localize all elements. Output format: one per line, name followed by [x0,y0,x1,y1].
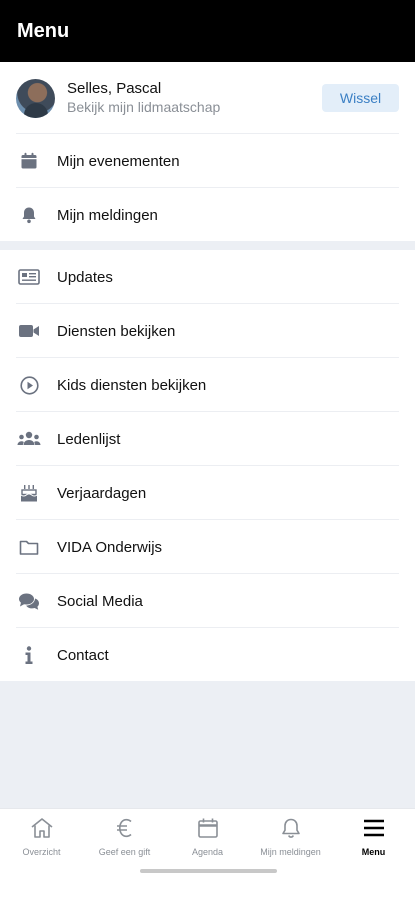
menu-item-label: Diensten bekijken [57,322,176,340]
section-separator [0,241,415,250]
users-icon [17,427,41,451]
hamburger-menu-icon [363,817,385,844]
menu-item-label: Social Media [57,592,143,610]
avatar [16,78,55,118]
folder-icon [17,535,41,559]
menu-item-label: Mijn evenementen [57,152,180,170]
menu-item-contact[interactable]: Contact [0,628,415,682]
calendar-icon [17,149,41,173]
profile-text: Selles, Pascal Bekijk mijn lidmaatschap [67,79,322,117]
tab-mijn-meldingen[interactable]: Mijn meldingen [249,809,332,864]
home-icon [30,817,54,844]
menu-item-kids-diensten-bekijken[interactable]: Kids diensten bekijken [0,358,415,412]
profile-name: Selles, Pascal [67,80,162,97]
bell-icon [280,817,302,844]
app-header: Menu [0,0,415,62]
menu-item-mijn-evenementen[interactable]: Mijn evenementen [0,134,415,188]
tab-label: Mijn meldingen [260,847,321,857]
birthday-cake-icon [17,481,41,505]
video-camera-icon [17,319,41,343]
menu-item-label: Contact [57,646,109,664]
tab-geef-een-gift[interactable]: Geef een gift [83,809,166,864]
profile-row[interactable]: Selles, Pascal Bekijk mijn lidmaatschap … [0,62,415,134]
membership-link[interactable]: Bekijk mijn lidmaatschap [67,98,322,117]
menu-item-label: Ledenlijst [57,430,121,448]
bell-icon [17,203,41,227]
tab-agenda[interactable]: Agenda [166,809,249,864]
news-icon [17,265,41,289]
tab-label: Geef een gift [98,847,151,857]
menu-item-updates[interactable]: Updates [0,250,415,304]
menu-item-label: Verjaardagen [57,484,147,502]
calendar-icon [197,817,219,844]
tab-label: Menu [361,847,386,857]
menu-item-label: Mijn meldingen [57,206,158,224]
tab-menu[interactable]: Menu [332,809,415,864]
menu-item-mijn-meldingen[interactable]: Mijn meldingen [0,188,415,242]
tab-label: Overzicht [22,847,61,857]
switch-button[interactable]: Wissel [322,84,399,112]
info-icon [17,643,41,667]
chat-bubbles-icon [17,589,41,613]
menu-item-label: Updates [57,268,113,286]
empty-background [0,681,415,808]
play-circle-icon [17,373,41,397]
menu-item-diensten-bekijken[interactable]: Diensten bekijken [0,304,415,358]
euro-icon [114,817,136,844]
tab-overzicht[interactable]: Overzicht [0,809,83,864]
menu-item-verjaardagen[interactable]: Verjaardagen [0,466,415,520]
menu-item-label: Kids diensten bekijken [57,376,207,394]
tab-label: Agenda [191,847,224,857]
menu-item-label: VIDA Onderwijs [57,538,163,556]
home-indicator[interactable] [140,869,277,873]
menu-item-vida-onderwijs[interactable]: VIDA Onderwijs [0,520,415,574]
menu-item-ledenlijst[interactable]: Ledenlijst [0,412,415,466]
bottom-tab-bar: Overzicht Geef een gift Agenda Mijn meld… [0,808,415,864]
menu-item-social-media[interactable]: Social Media [0,574,415,628]
page-title: Menu [17,19,70,42]
